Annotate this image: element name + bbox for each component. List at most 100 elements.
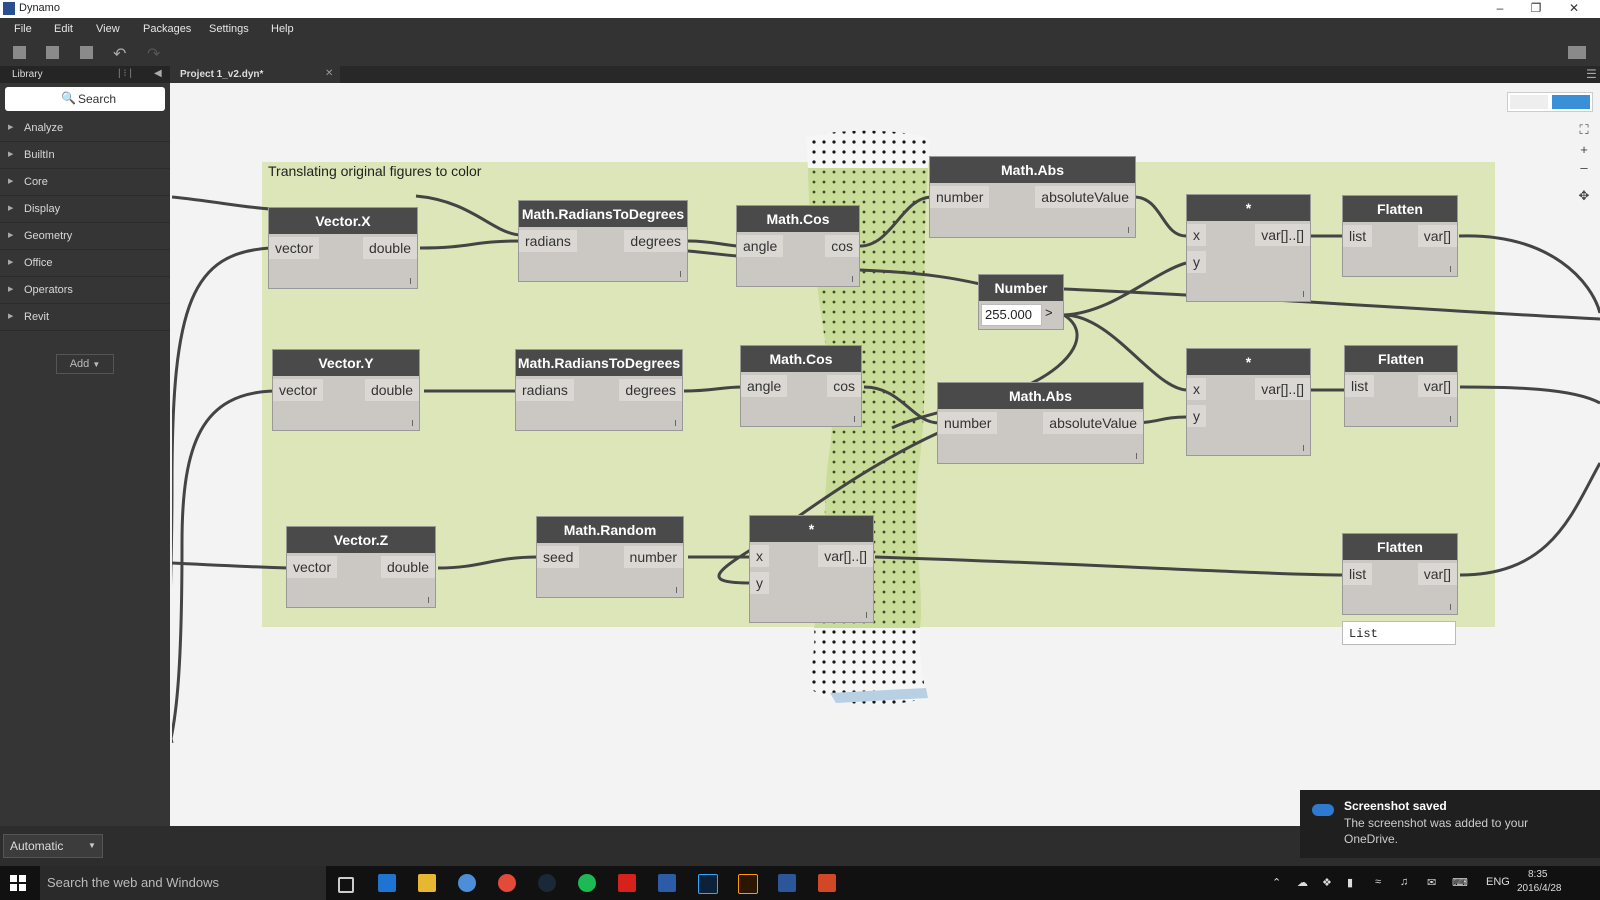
port-var-output[interactable]: var[] — [1417, 563, 1457, 585]
port-absolute-value-output[interactable]: absoluteValue — [1035, 186, 1135, 208]
graph-canvas[interactable]: Translating original figures to color Ve… — [172, 83, 1600, 826]
library-category-builtin[interactable]: ▶ BuiltIn — [0, 142, 170, 169]
library-category-core[interactable]: ▶ Core — [0, 169, 170, 196]
collapse-library-icon[interactable]: ◀ — [154, 68, 162, 79]
language-indicator[interactable]: ENG — [1486, 876, 1510, 888]
notification-icon[interactable]: ✉ — [1427, 876, 1436, 889]
menu-view[interactable]: View — [96, 23, 120, 35]
menu-settings[interactable]: Settings — [209, 23, 249, 35]
wifi-icon[interactable]: ≈ — [1375, 876, 1381, 888]
task-view-icon[interactable] — [338, 877, 354, 893]
tab-close-icon[interactable]: ✕ — [325, 68, 333, 79]
edge-icon[interactable] — [378, 874, 396, 892]
keyboard-icon[interactable]: ⌨ — [1452, 876, 1468, 889]
port-double-output[interactable]: double — [380, 556, 435, 578]
number-value-input[interactable]: 255.000 — [981, 304, 1042, 326]
port-list-input[interactable]: list — [1343, 225, 1373, 247]
port-x-input[interactable]: x — [750, 545, 769, 567]
run-mode-select[interactable]: Automatic ▼ — [3, 834, 103, 858]
node-flatten-3[interactable]: Flatten list var[] — [1342, 533, 1458, 615]
pan-icon[interactable]: ✥ — [1575, 187, 1593, 205]
node-flatten-2[interactable]: Flatten list var[] — [1344, 345, 1458, 427]
battery-icon[interactable]: ▮ — [1347, 876, 1353, 889]
library-search-input[interactable]: 🔍 Search — [5, 87, 165, 111]
node-math-cos-1[interactable]: Math.Cos angle cos — [736, 205, 860, 287]
minimize-icon[interactable]: – — [1482, 0, 1518, 18]
save-icon[interactable] — [80, 46, 93, 59]
clock-time[interactable]: 8:35 — [1528, 869, 1547, 880]
port-number-output[interactable]: number — [623, 546, 683, 568]
library-category-revit[interactable]: ▶ Revit — [0, 304, 170, 331]
autocad-icon[interactable] — [618, 874, 636, 892]
port-double-output[interactable]: double — [362, 237, 417, 259]
list-preview-bubble[interactable]: List — [1342, 621, 1456, 645]
port-degrees-output[interactable]: degrees — [619, 379, 682, 401]
port-number-input[interactable]: number — [938, 412, 998, 434]
illustrator-icon[interactable] — [738, 874, 758, 894]
port-var-output[interactable]: var[]..[] — [818, 545, 873, 567]
node-flatten-1[interactable]: Flatten list var[] — [1342, 195, 1458, 277]
dropbox-tray-icon[interactable]: ❖ — [1322, 876, 1332, 889]
close-icon[interactable]: ✕ — [1556, 0, 1592, 18]
toast-notification[interactable]: Screenshot saved The screenshot was adde… — [1300, 790, 1600, 858]
onedrive-tray-icon[interactable]: ☁ — [1297, 876, 1308, 889]
port-cos-output[interactable]: cos — [827, 375, 861, 397]
word-icon[interactable] — [778, 874, 796, 892]
node-multiply-2[interactable]: * x y var[]..[] — [1186, 348, 1311, 456]
powerpoint-icon[interactable] — [818, 874, 836, 892]
port-angle-input[interactable]: angle — [741, 375, 788, 397]
graph-view-button[interactable] — [1552, 95, 1590, 109]
library-category-display[interactable]: ▶ Display — [0, 196, 170, 223]
chrome-icon[interactable] — [498, 874, 516, 892]
open-file-icon[interactable] — [46, 46, 59, 59]
geometry-view-button[interactable] — [1510, 95, 1548, 109]
library-category-office[interactable]: ▶ Office — [0, 250, 170, 277]
node-vector-x[interactable]: Vector.X vector double — [268, 207, 418, 289]
port-y-input[interactable]: y — [750, 572, 769, 594]
port-degrees-output[interactable]: degrees — [624, 230, 687, 252]
photoshop-icon[interactable] — [698, 874, 718, 894]
redo-icon[interactable]: ↷ — [147, 44, 160, 64]
tab-project[interactable]: Project 1_v2.dyn* ✕ — [170, 66, 340, 83]
new-file-icon[interactable] — [13, 46, 26, 59]
menu-help[interactable]: Help — [271, 23, 294, 35]
node-vector-z[interactable]: Vector.Z vector double — [286, 526, 436, 608]
windows-start-icon[interactable] — [10, 875, 26, 891]
number-output-arrow[interactable]: > — [1045, 305, 1053, 320]
port-radians-input[interactable]: radians — [516, 379, 574, 401]
port-list-input[interactable]: list — [1343, 563, 1373, 585]
port-var-output[interactable]: var[]..[] — [1255, 378, 1310, 400]
menu-packages[interactable]: Packages — [143, 23, 191, 35]
steam-icon[interactable] — [538, 874, 556, 892]
node-math-abs-1[interactable]: Math.Abs number absoluteValue — [929, 156, 1136, 238]
library-view-icon[interactable]: | ⁝ | — [118, 68, 132, 79]
port-absolute-value-output[interactable]: absoluteValue — [1043, 412, 1143, 434]
menu-file[interactable]: File — [14, 23, 32, 35]
node-multiply-3[interactable]: * x y var[]..[] — [749, 515, 874, 623]
tray-chevron-icon[interactable]: ⌃ — [1272, 876, 1281, 889]
add-button[interactable]: Add ▼ — [56, 354, 114, 374]
canvas-menu-icon[interactable]: ☰ — [1586, 67, 1597, 81]
restore-icon[interactable]: ❐ — [1518, 0, 1554, 18]
node-radians-to-degrees-2[interactable]: Math.RadiansToDegrees radians degrees — [515, 349, 683, 431]
port-vector-input[interactable]: vector — [287, 556, 338, 578]
port-seed-input[interactable]: seed — [537, 546, 580, 568]
app-icon[interactable] — [458, 874, 476, 892]
undo-icon[interactable]: ↶ — [113, 44, 126, 64]
clock-date[interactable]: 2016/4/28 — [1517, 883, 1562, 894]
zoom-fit-icon[interactable]: ⛶ — [1575, 121, 1593, 139]
node-multiply-1[interactable]: * x y var[]..[] — [1186, 194, 1311, 302]
menu-edit[interactable]: Edit — [54, 23, 73, 35]
zoom-out-icon[interactable]: – — [1575, 159, 1593, 177]
node-math-abs-2[interactable]: Math.Abs number absoluteValue — [937, 382, 1144, 464]
node-vector-y[interactable]: Vector.Y vector double — [272, 349, 420, 431]
port-list-input[interactable]: list — [1345, 375, 1375, 397]
port-var-output[interactable]: var[] — [1417, 375, 1457, 397]
spotify-icon[interactable] — [578, 874, 596, 892]
port-var-output[interactable]: var[] — [1417, 225, 1457, 247]
library-category-operators[interactable]: ▶ Operators — [0, 277, 170, 304]
port-x-input[interactable]: x — [1187, 224, 1206, 246]
port-y-input[interactable]: y — [1187, 405, 1206, 427]
node-math-cos-2[interactable]: Math.Cos angle cos — [740, 345, 862, 427]
port-y-input[interactable]: y — [1187, 251, 1206, 273]
